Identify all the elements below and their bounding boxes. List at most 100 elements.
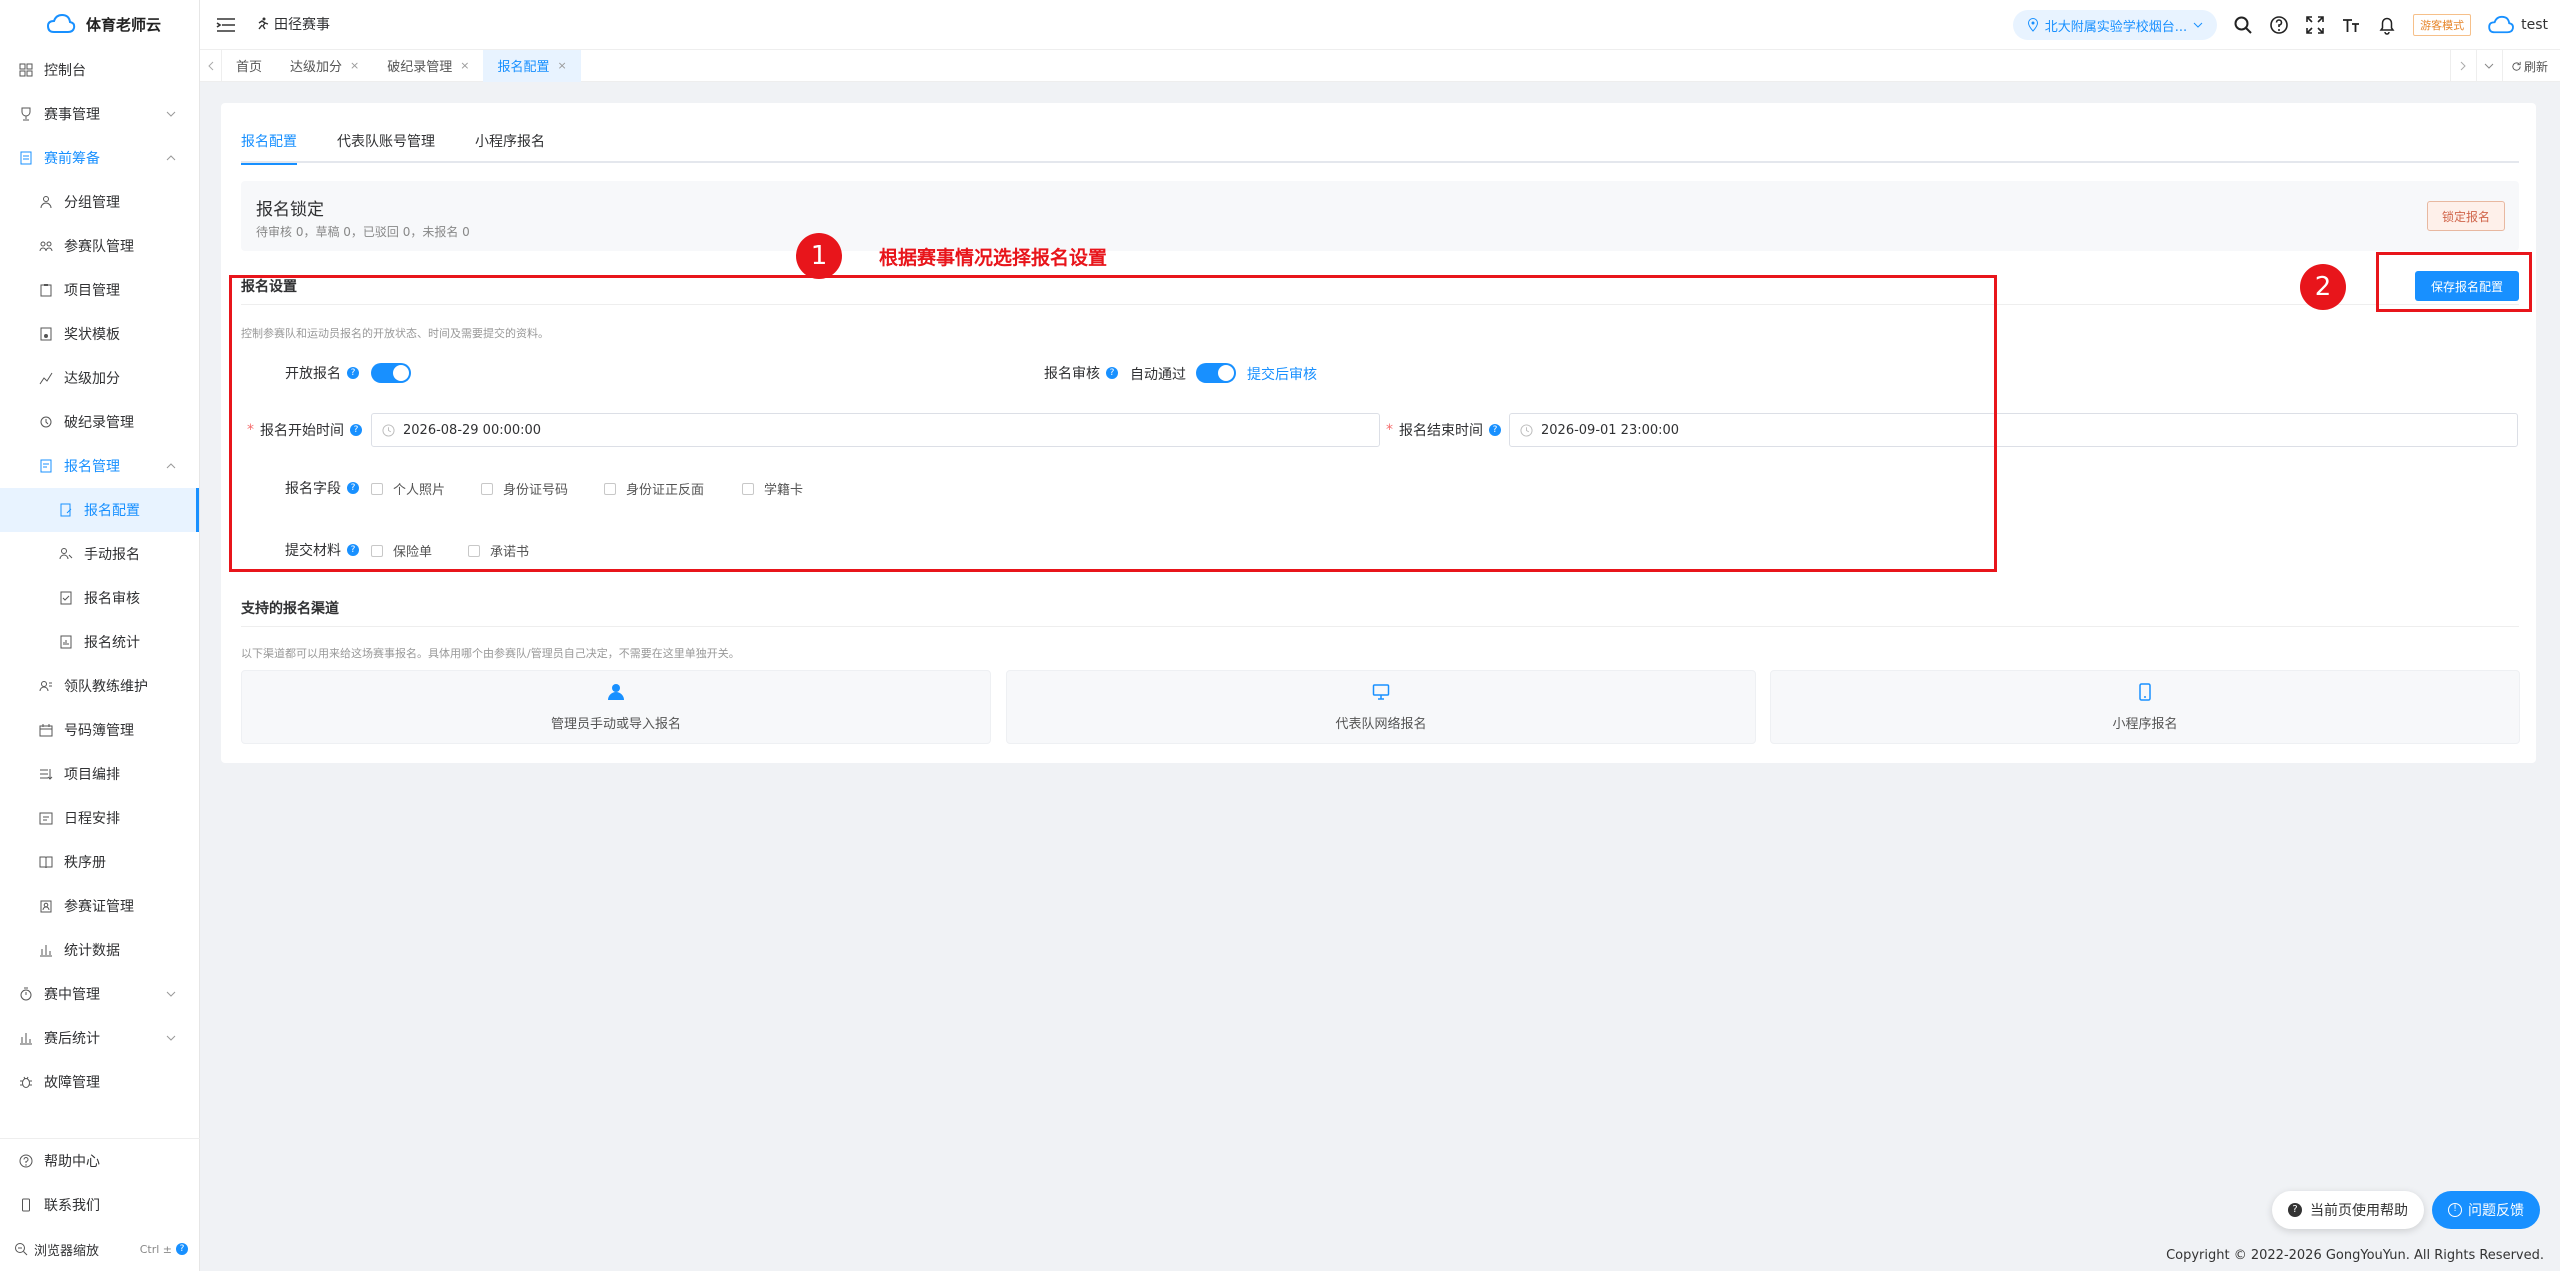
user-menu[interactable]: test <box>2487 15 2548 35</box>
sidebar-item-dashboard[interactable]: 控制台 <box>0 48 199 92</box>
sidebar-item-groups[interactable]: 分组管理 <box>0 180 199 224</box>
sidebar-item-label: 联系我们 <box>44 1198 100 1214</box>
sidebar-item-label: 报名审核 <box>84 591 140 607</box>
info-circle-icon: ! <box>2448 1203 2462 1217</box>
tab-miniprogram-registration[interactable]: 小程序报名 <box>475 131 545 163</box>
sidebar-item-bib-numbers[interactable]: 号码簿管理 <box>0 708 199 752</box>
chevron-up-icon <box>166 463 176 469</box>
sidebar-item-records[interactable]: 破纪录管理 <box>0 400 199 444</box>
channel-label: 代表队网络报名 <box>1335 717 1427 732</box>
sidebar-item-program-book[interactable]: 秩序册 <box>0 840 199 884</box>
sidebar-item-preparation[interactable]: 赛前筹备 <box>0 136 199 180</box>
refresh-button[interactable]: 刷新 <box>2501 50 2560 82</box>
header-title: 田径赛事 <box>274 16 330 33</box>
location-pin-icon <box>2027 18 2038 32</box>
sidebar-item-grade-bonus[interactable]: 达级加分 <box>0 356 199 400</box>
clipboard-icon <box>38 282 54 298</box>
tab-registration-config-sub[interactable]: 报名配置 <box>241 131 297 165</box>
bar-chart-icon <box>18 1030 34 1046</box>
font-size-icon[interactable] <box>2341 15 2361 35</box>
sidebar-item-label: 报名统计 <box>84 635 140 651</box>
doc-icon <box>18 150 34 166</box>
sidebar-item-events[interactable]: 赛事管理 <box>0 92 199 136</box>
menu-toggle-icon[interactable] <box>216 17 236 33</box>
sidebar-item-manual-registration[interactable]: 手动报名 <box>0 532 199 576</box>
bar-chart-icon <box>38 942 54 958</box>
sidebar-item-pass-management[interactable]: 参赛证管理 <box>0 884 199 928</box>
header-active-app[interactable]: 田径赛事 <box>256 0 330 50</box>
page-help-button[interactable]: ? 当前页使用帮助 <box>2272 1191 2424 1229</box>
sidebar-item-label: 控制台 <box>44 63 86 79</box>
tabs-dropdown[interactable] <box>2475 50 2502 82</box>
cloud-avatar-icon <box>2488 15 2514 34</box>
sidebar-item-projects[interactable]: 项目管理 <box>0 268 199 312</box>
lock-registration-button[interactable]: 锁定报名 <box>2426 201 2505 231</box>
registration-lock-panel: 报名锁定 待审核 0，草稿 0，已驳回 0，未报名 0 锁定报名 <box>241 181 2519 251</box>
chevron-left-icon <box>207 61 213 70</box>
tab-home[interactable]: 首页 <box>222 50 276 82</box>
close-icon[interactable]: × <box>460 59 469 72</box>
brand[interactable]: 体育老师云 <box>0 0 199 48</box>
sidebar-item-label: 故障管理 <box>44 1075 100 1091</box>
sidebar-item-faults[interactable]: 故障管理 <box>0 1060 199 1104</box>
channel-admin-card: 管理员手动或导入报名 <box>241 670 991 744</box>
folder-icon <box>38 458 54 474</box>
annotation-step-2: 2 <box>2300 264 2346 310</box>
sidebar-item-in-game[interactable]: 赛中管理 <box>0 972 199 1016</box>
close-icon[interactable]: × <box>558 59 567 72</box>
sidebar-item-label: 破纪录管理 <box>64 415 134 431</box>
browser-zoom[interactable]: 浏览器缩放 Ctrl ± ? <box>0 1227 200 1271</box>
guest-mode-badge: 游客模式 <box>2413 14 2472 36</box>
fullscreen-icon[interactable] <box>2305 15 2325 35</box>
sidebar-item-registration-review[interactable]: 报名审核 <box>0 576 199 620</box>
feedback-button[interactable]: ! 问题反馈 <box>2432 1191 2540 1229</box>
runner-icon <box>258 17 269 29</box>
sidebar-nav: 控制台 赛事管理 赛前筹备 分组管理 参赛队管理 项目管理 奖状模板 达级加分 … <box>0 48 199 1104</box>
sidebar-bottom: 帮助中心 联系我们 浏览器缩放 Ctrl ± ? <box>0 1138 200 1271</box>
edit-doc-icon <box>58 502 74 518</box>
sidebar-item-post-game[interactable]: 赛后统计 <box>0 1016 199 1060</box>
sidebar-item-certificate[interactable]: 奖状模板 <box>0 312 199 356</box>
sidebar-item-coaches[interactable]: 领队教练维护 <box>0 664 199 708</box>
phone-icon <box>18 1197 34 1213</box>
annotation-box-save <box>2376 252 2532 312</box>
sidebar-item-help-center[interactable]: 帮助中心 <box>0 1139 200 1183</box>
sidebar-item-label: 统计数据 <box>64 943 120 959</box>
sidebar-item-label: 帮助中心 <box>44 1154 100 1170</box>
help-icon[interactable] <box>2269 15 2289 35</box>
sidebar-item-registration-config[interactable]: 报名配置 <box>0 488 199 532</box>
sidebar-item-registration-stats[interactable]: 报名统计 <box>0 620 199 664</box>
school-selector[interactable]: 北大附属实验学校烟台... <box>2012 10 2218 40</box>
tab-label: 首页 <box>236 60 263 75</box>
school-name: 北大附属实验学校烟台... <box>2044 19 2188 35</box>
sidebar-item-registration[interactable]: 报名管理 <box>0 444 199 488</box>
tab-label: 达级加分 <box>290 60 343 75</box>
close-icon[interactable]: × <box>350 59 359 72</box>
sidebar-item-contact[interactable]: 联系我们 <box>0 1183 200 1227</box>
question-badge-icon[interactable]: ? <box>176 1243 188 1255</box>
lock-title: 报名锁定 <box>256 200 324 220</box>
zoom-shortcut: Ctrl ± <box>139 1242 172 1256</box>
calendar-icon <box>38 722 54 738</box>
tab-registration-config[interactable]: 报名配置 × <box>483 49 581 82</box>
sidebar-item-label: 赛事管理 <box>44 107 100 123</box>
tab-grade-bonus[interactable]: 达级加分 × <box>276 50 373 82</box>
tab-team-accounts[interactable]: 代表队账号管理 <box>337 131 435 163</box>
search-icon[interactable] <box>2233 15 2253 35</box>
sidebar-item-teams[interactable]: 参赛队管理 <box>0 224 199 268</box>
badge-icon <box>38 898 54 914</box>
tabs-scroll-left[interactable] <box>200 49 222 82</box>
tabs-scroll-right[interactable] <box>2449 50 2476 82</box>
sidebar-item-schedule[interactable]: 日程安排 <box>0 796 199 840</box>
sidebar-item-label: 赛前筹备 <box>44 151 100 167</box>
sidebar-item-scheduling[interactable]: 项目编排 <box>0 752 199 796</box>
tab-records[interactable]: 破纪录管理 × <box>373 50 483 82</box>
sidebar: 体育老师云 控制台 赛事管理 赛前筹备 分组管理 参赛队管理 项目管理 奖状模板… <box>0 0 200 1271</box>
sidebar-item-statistics[interactable]: 统计数据 <box>0 928 199 972</box>
annotation-step-1-text: 根据赛事情况选择报名设置 <box>879 247 1108 269</box>
bell-icon[interactable] <box>2377 15 2397 35</box>
chevron-down-icon <box>2193 22 2203 28</box>
trophy-icon <box>18 106 34 122</box>
channels-description: 以下渠道都可以用来给这场赛事报名。具体用哪个由参赛队/管理员自己决定，不需要在这… <box>241 647 740 660</box>
channel-miniprogram-card: 小程序报名 <box>1770 670 2520 744</box>
